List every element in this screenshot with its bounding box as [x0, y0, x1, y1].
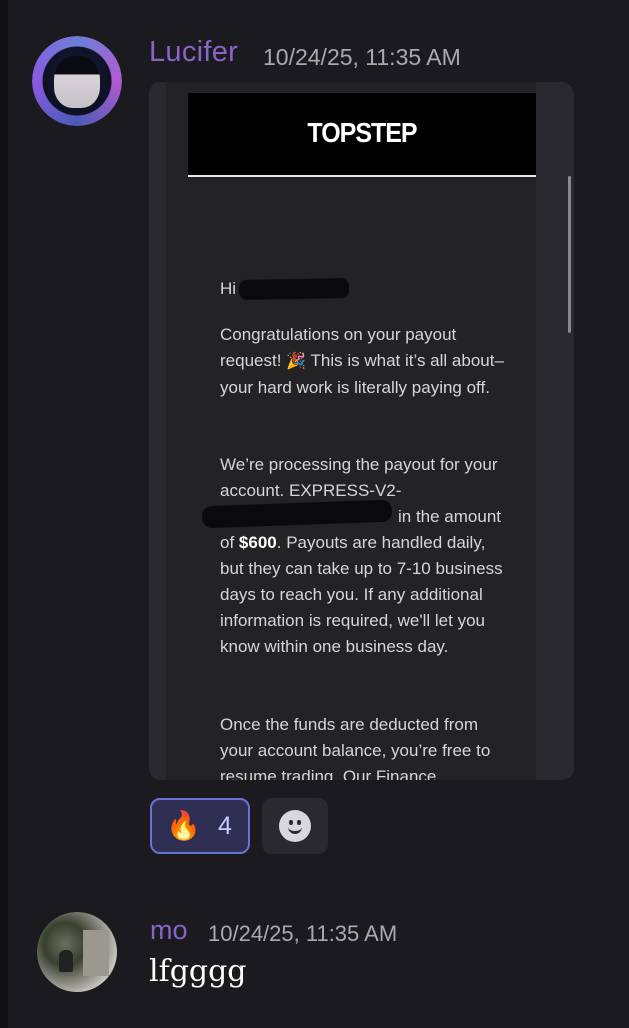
email-paragraph: Once the funds are deducted from your ac…	[220, 715, 491, 780]
scrollbar[interactable]	[568, 176, 571, 333]
avatar[interactable]	[37, 912, 117, 992]
email-paragraph: Congratulations on your payout request! …	[220, 325, 504, 397]
party-popper-icon: 🎉	[286, 353, 307, 370]
author-name[interactable]: mo	[150, 915, 188, 946]
message-timestamp: 10/24/25, 11:35 AM	[208, 921, 398, 946]
payout-amount: $600	[238, 533, 277, 552]
redaction-mark	[238, 278, 350, 300]
fire-icon: 🔥	[166, 809, 201, 842]
topstep-logo: TOPSTEP	[307, 117, 417, 149]
smiley-icon	[279, 810, 311, 842]
message-timestamp: 10/24/25, 11:35 AM	[263, 44, 461, 70]
email-screenshot-attachment[interactable]: TOPSTEP Hi Congratulations on your payou…	[149, 82, 574, 780]
author-name[interactable]: Lucifer	[149, 36, 238, 69]
avatar[interactable]	[32, 36, 122, 126]
email-body	[166, 82, 536, 780]
reaction-button-fire[interactable]: 🔥 4	[150, 798, 250, 854]
reaction-count: 4	[218, 812, 232, 840]
avatar-decoration	[32, 36, 122, 126]
avatar-image	[83, 930, 109, 976]
add-reaction-button[interactable]	[262, 798, 328, 854]
email-header: TOPSTEP	[188, 93, 536, 177]
email-paragraph: We’re processing the payout for your acc…	[220, 455, 503, 656]
left-edge	[0, 0, 8, 1028]
message-text: lfgggg	[149, 954, 247, 989]
